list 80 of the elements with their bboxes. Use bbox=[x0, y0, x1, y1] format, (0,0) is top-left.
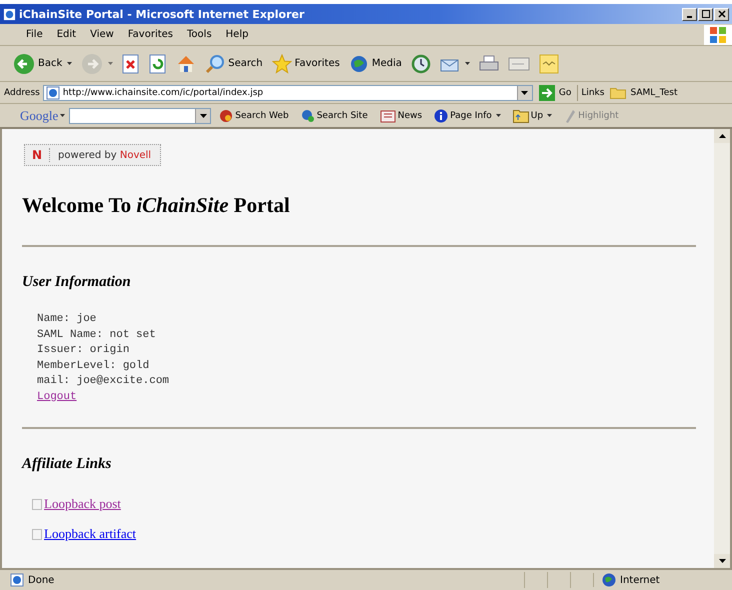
refresh-icon bbox=[149, 54, 168, 74]
user-info-line: mail: joe@excite.com bbox=[37, 374, 170, 389]
stop-icon bbox=[122, 54, 140, 74]
address-label: Address bbox=[4, 88, 40, 98]
back-button[interactable]: Back bbox=[10, 50, 76, 76]
logout-link[interactable]: Logout bbox=[37, 390, 77, 405]
home-icon bbox=[176, 54, 196, 74]
close-button[interactable] bbox=[714, 8, 729, 20]
caret-icon bbox=[200, 114, 207, 118]
section-heading: User Information bbox=[22, 274, 132, 291]
site-button[interactable]: Search Site bbox=[296, 108, 372, 122]
note-icon bbox=[538, 54, 559, 74]
user-info-line: SAML Name: not set bbox=[37, 328, 156, 342]
dropdown-button[interactable] bbox=[516, 86, 532, 100]
dropdown-button[interactable] bbox=[195, 108, 210, 122]
caret-icon bbox=[67, 62, 72, 65]
address-field[interactable]: http://www.ichainsite.com/ic/portal/index.jsp bbox=[42, 84, 533, 100]
up-button[interactable]: Up bbox=[508, 108, 556, 122]
media-button[interactable]: Media bbox=[346, 52, 405, 76]
scrollbar[interactable] bbox=[714, 129, 730, 568]
menu-item[interactable]: Favorites bbox=[122, 29, 180, 40]
google-logo[interactable]: Google bbox=[20, 108, 66, 124]
windows-flag-icon bbox=[704, 24, 732, 44]
user-info-line: MemberLevel: gold bbox=[37, 358, 150, 374]
search-button[interactable]: Search bbox=[202, 52, 266, 76]
globe-icon bbox=[602, 573, 616, 587]
web-button[interactable]: Search Web bbox=[215, 108, 293, 122]
search-icon bbox=[205, 54, 226, 74]
status-text: Done bbox=[28, 574, 54, 586]
brand-logo: N bbox=[25, 148, 50, 162]
folder-up-icon bbox=[512, 108, 529, 122]
globe-icon bbox=[348, 54, 369, 74]
up-arrow-icon bbox=[718, 134, 726, 138]
menu-item[interactable]: Tools bbox=[181, 29, 218, 40]
caret-icon bbox=[464, 62, 470, 65]
menu-item[interactable]: File bbox=[20, 29, 49, 40]
caret-icon bbox=[521, 90, 528, 94]
search-field[interactable] bbox=[69, 108, 212, 124]
page-heading: Welcome To iChainSite Portal bbox=[22, 193, 291, 218]
links-label: Links bbox=[581, 88, 604, 98]
close-icon bbox=[718, 10, 726, 18]
badge-text: powered by Novell bbox=[57, 150, 152, 160]
newspaper-icon bbox=[380, 108, 396, 122]
security-zone: Internet bbox=[620, 574, 660, 586]
go-button[interactable]: Go bbox=[536, 84, 574, 100]
info-icon bbox=[434, 108, 448, 122]
image-placeholder-icon bbox=[32, 498, 42, 510]
maximize-icon bbox=[702, 10, 710, 18]
page-icon bbox=[46, 86, 60, 100]
image-placeholder-icon bbox=[32, 528, 42, 540]
clock-icon bbox=[410, 54, 431, 74]
caret-icon bbox=[496, 114, 501, 117]
down-arrow-icon bbox=[718, 559, 726, 563]
star-icon bbox=[272, 54, 292, 74]
menu-item[interactable]: Edit bbox=[50, 29, 82, 40]
menu-item[interactable]: View bbox=[84, 29, 120, 40]
go-arrow-icon bbox=[538, 84, 555, 100]
highlighter-icon bbox=[564, 108, 576, 122]
caret-icon bbox=[547, 114, 552, 117]
affiliate-link[interactable]: Loopback artifact bbox=[44, 526, 136, 542]
news-button[interactable]: News bbox=[376, 108, 426, 122]
user-info-line: Issuer: origin bbox=[37, 343, 130, 358]
caret-icon bbox=[108, 62, 114, 65]
minimize-button[interactable] bbox=[682, 8, 697, 20]
search-site-icon bbox=[300, 108, 315, 122]
info-button[interactable]: Page Info bbox=[430, 108, 505, 122]
page-icon bbox=[10, 573, 24, 587]
window-title: iChainSite Portal - Microsoft Internet Explorer bbox=[19, 8, 306, 20]
affiliate-link[interactable]: Loopback post bbox=[44, 496, 121, 512]
link-button[interactable]: SAML_Test bbox=[607, 86, 680, 98]
favorites-button[interactable]: Favorites bbox=[268, 52, 343, 76]
section-heading: Affiliate Links bbox=[22, 456, 112, 473]
browser-icon bbox=[3, 8, 16, 20]
search-web-icon bbox=[219, 108, 234, 122]
user-info-line: Name: joe bbox=[37, 312, 96, 327]
edit-icon bbox=[508, 54, 530, 72]
folder-icon bbox=[610, 86, 626, 98]
printer-icon bbox=[478, 54, 499, 74]
maximize-button[interactable] bbox=[698, 8, 713, 20]
menu-item[interactable]: Help bbox=[220, 29, 254, 40]
